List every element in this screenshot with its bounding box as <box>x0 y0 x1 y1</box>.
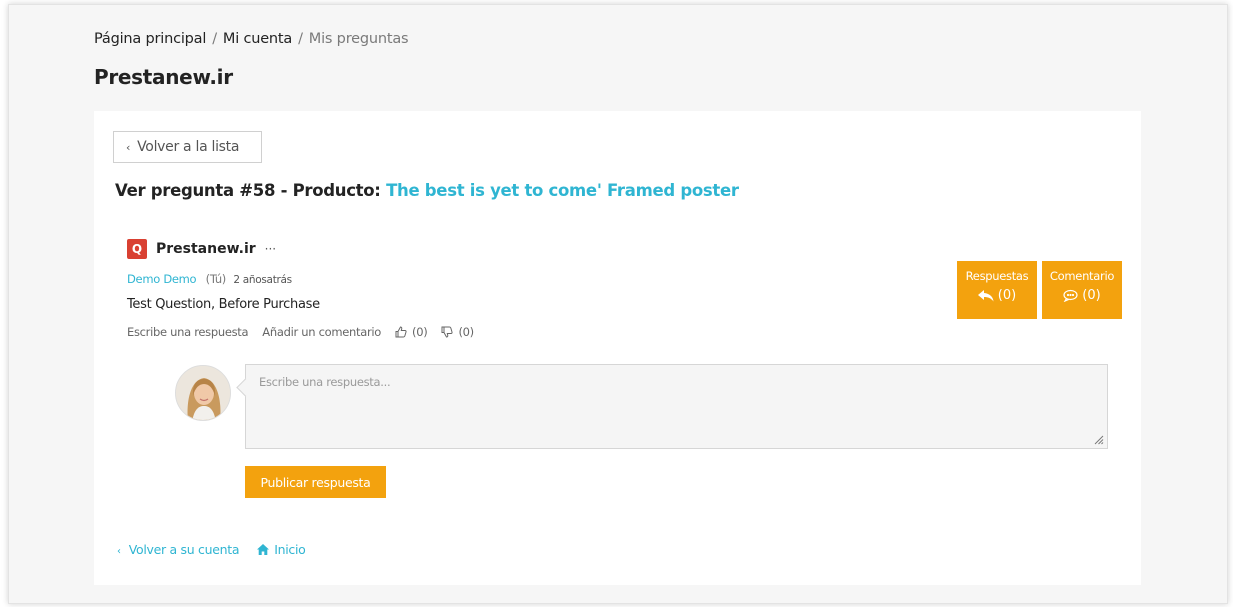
shop-name: Prestanew.ir <box>156 241 256 257</box>
answers-counter-button[interactable]: Respuestas (0) <box>957 261 1037 319</box>
home-icon <box>257 544 270 555</box>
dislike-count: (0) <box>458 325 474 339</box>
answers-count: (0) <box>997 288 1017 303</box>
write-reply-link[interactable]: Escribe una respuesta <box>127 325 249 339</box>
breadcrumb-separator: / <box>212 31 217 47</box>
like-count: (0) <box>412 325 428 339</box>
thumbs-up-icon <box>395 326 407 338</box>
home-link[interactable]: Inicio <box>257 542 306 557</box>
page-title: Prestanew.ir <box>94 65 233 89</box>
comments-counter-button[interactable]: Comentario (0) <box>1042 261 1122 319</box>
question-heading-prefix: Ver pregunta #58 - Producto: <box>115 181 381 200</box>
back-to-list-label: Volver a la lista <box>137 139 240 155</box>
comments-label: Comentario <box>1049 269 1115 283</box>
timestamp: 2 añosatrás <box>233 274 292 286</box>
shop-logo: Q <box>127 239 147 259</box>
back-to-account-label: Volver a su cuenta <box>128 542 240 557</box>
back-to-account-link[interactable]: ‹ Volver a su cuenta <box>117 542 240 557</box>
like-button[interactable]: (0) <box>395 325 428 339</box>
add-comment-link[interactable]: Añadir un comentario <box>262 325 381 339</box>
footer-links: ‹ Volver a su cuenta Inicio <box>117 542 306 557</box>
dislike-button[interactable]: (0) <box>441 325 474 339</box>
avatar <box>175 365 231 421</box>
question-text: Test Question, Before Purchase <box>127 297 320 312</box>
you-label: (Tú) <box>205 272 227 286</box>
answers-label: Respuestas <box>965 269 1029 283</box>
question-actions: Escribe una respuesta Añadir un comentar… <box>127 325 488 339</box>
question-heading: Ver pregunta #58 - Producto: The best is… <box>115 181 739 200</box>
author-link[interactable]: Demo Demo <box>127 272 197 286</box>
breadcrumb-home[interactable]: Página principal <box>94 31 206 47</box>
more-icon[interactable]: ··· <box>265 242 276 256</box>
page-frame: Página principal / Mi cuenta / Mis preguntas… <box>8 4 1228 604</box>
resize-handle-icon[interactable] <box>1094 435 1104 445</box>
back-to-list-button[interactable]: ‹ Volver a la lista <box>113 131 262 163</box>
breadcrumb-current: Mis preguntas <box>308 31 409 47</box>
product-link[interactable]: The best is yet to come' Framed poster <box>386 181 739 200</box>
breadcrumb: Página principal / Mi cuenta / Mis preguntas <box>94 31 409 47</box>
shop-row: Q Prestanew.ir ··· <box>127 239 276 259</box>
comment-icon <box>1063 289 1078 302</box>
chevron-left-icon: ‹ <box>117 546 121 557</box>
reply-box <box>245 364 1108 449</box>
reply-input[interactable] <box>246 365 1107 448</box>
thumbs-down-icon <box>441 326 454 338</box>
question-meta: Demo Demo (Tú) 2 añosatrás <box>127 272 292 286</box>
reply-icon <box>977 289 994 301</box>
chevron-left-icon: ‹ <box>126 141 131 154</box>
question-card: ‹ Volver a la lista Ver pregunta #58 - Pr… <box>94 111 1141 585</box>
comments-count: (0) <box>1082 288 1101 303</box>
home-label: Inicio <box>274 542 306 557</box>
breadcrumb-separator: / <box>298 31 303 47</box>
breadcrumb-account[interactable]: Mi cuenta <box>223 31 292 47</box>
publish-reply-button[interactable]: Publicar respuesta <box>245 466 386 498</box>
